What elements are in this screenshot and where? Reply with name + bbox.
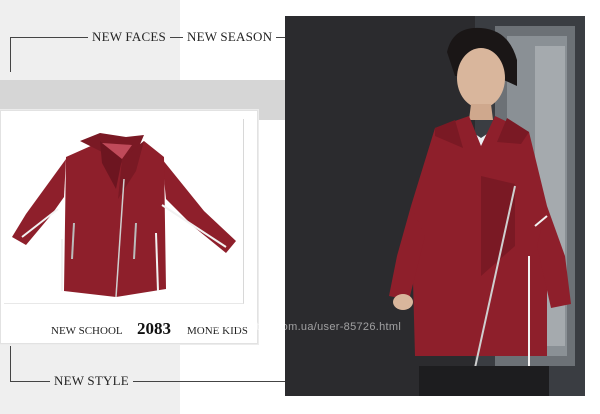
product-card: NEW SCHOOL 2083 MONE KIDS [0,110,258,344]
caption-school: NEW SCHOOL [51,325,123,337]
model-photo [285,16,585,396]
new-faces-label: NEW FACES [88,29,170,45]
new-style-label: NEW STYLE [50,373,133,389]
jacket-illustration [12,133,236,298]
top-divider-tick [10,37,11,72]
product-image [4,119,244,304]
watermark-url: www.kidstaff.com.ua/user-85726.html [208,321,402,333]
caption-model-number: 2083 [137,319,171,338]
model-illustration [285,16,585,396]
new-season-label: NEW SEASON [183,29,277,45]
bottom-divider-tick [10,346,11,382]
